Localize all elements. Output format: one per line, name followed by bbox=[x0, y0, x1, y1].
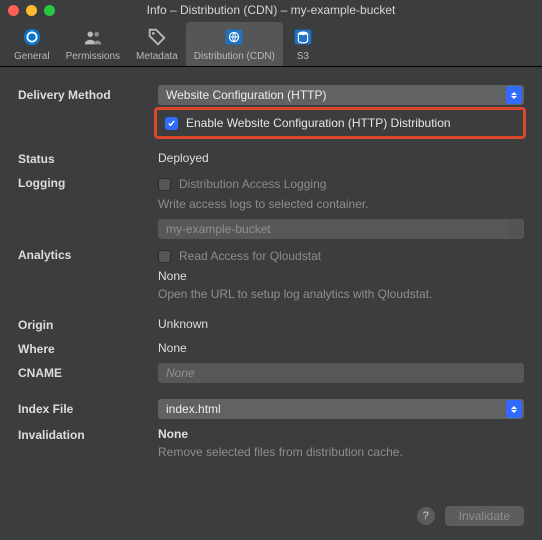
updown-icon bbox=[506, 86, 522, 104]
logging-bucket-select: my-example-bucket bbox=[158, 219, 524, 239]
select-value: Website Configuration (HTTP) bbox=[166, 88, 327, 102]
index-file-value: index.html bbox=[166, 402, 221, 416]
people-icon bbox=[81, 25, 105, 49]
analytics-value: None bbox=[158, 267, 524, 285]
tab-permissions[interactable]: Permissions bbox=[58, 22, 128, 66]
analytics-hint: Open the URL to setup log analytics with… bbox=[158, 285, 524, 309]
invalidate-button[interactable]: Invalidate bbox=[445, 506, 524, 526]
tab-label: Distribution (CDN) bbox=[194, 51, 275, 62]
cname-input[interactable]: None bbox=[158, 363, 524, 383]
status-value: Deployed bbox=[158, 149, 524, 167]
enable-distribution-highlight: Enable Website Configuration (HTTP) Dist… bbox=[154, 107, 526, 139]
tab-label: S3 bbox=[297, 51, 309, 62]
where-value: None bbox=[158, 339, 524, 357]
where-label: Where bbox=[18, 339, 158, 356]
analytics-checkbox-label: Read Access for Qloudstat bbox=[179, 249, 321, 263]
cname-placeholder: None bbox=[166, 366, 195, 380]
tab-s3[interactable]: S3 bbox=[283, 22, 323, 66]
minimize-icon[interactable] bbox=[26, 5, 37, 16]
cloudfront-icon bbox=[222, 25, 246, 49]
logging-checkbox[interactable] bbox=[158, 178, 171, 191]
index-file-select[interactable]: index.html bbox=[158, 399, 524, 419]
origin-value: Unknown bbox=[158, 315, 524, 333]
invalidation-hint: Remove selected files from distribution … bbox=[158, 443, 524, 467]
titlebar: Info – Distribution (CDN) – my-example-b… bbox=[0, 0, 542, 20]
window-title: Info – Distribution (CDN) – my-example-b… bbox=[0, 3, 542, 17]
tag-icon bbox=[145, 25, 169, 49]
delivery-method-select[interactable]: Website Configuration (HTTP) bbox=[158, 85, 524, 105]
cname-label: CNAME bbox=[18, 363, 158, 380]
logging-hint: Write access logs to selected container. bbox=[158, 195, 524, 219]
origin-label: Origin bbox=[18, 315, 158, 332]
updown-icon bbox=[506, 400, 522, 418]
analytics-checkbox[interactable] bbox=[158, 250, 171, 263]
enable-distribution-label: Enable Website Configuration (HTTP) Dist… bbox=[186, 116, 451, 130]
traffic-lights bbox=[0, 5, 55, 16]
index-file-label: Index File bbox=[18, 399, 158, 416]
tab-label: Permissions bbox=[66, 51, 120, 62]
status-label: Status bbox=[18, 149, 158, 166]
tab-distribution-cdn[interactable]: Distribution (CDN) bbox=[186, 22, 283, 66]
close-icon[interactable] bbox=[8, 5, 19, 16]
toolbar: General Permissions Metadata Distributio… bbox=[0, 20, 542, 67]
s3-icon bbox=[291, 25, 315, 49]
logging-checkbox-label: Distribution Access Logging bbox=[179, 177, 326, 191]
help-button[interactable]: ? bbox=[417, 507, 435, 525]
logging-bucket-value: my-example-bucket bbox=[166, 222, 271, 236]
tab-label: Metadata bbox=[136, 51, 178, 62]
info-window: Info – Distribution (CDN) – my-example-b… bbox=[0, 0, 542, 540]
tab-metadata[interactable]: Metadata bbox=[128, 22, 186, 66]
footer: ? Invalidate bbox=[417, 506, 524, 526]
tab-general[interactable]: General bbox=[6, 22, 58, 66]
invalidation-label: Invalidation bbox=[18, 425, 158, 442]
analytics-label: Analytics bbox=[18, 245, 158, 262]
gear-icon bbox=[20, 25, 44, 49]
logging-label: Logging bbox=[18, 173, 158, 190]
delivery-method-label: Delivery Method bbox=[18, 85, 158, 102]
content: Delivery Method Website Configuration (H… bbox=[0, 67, 542, 483]
tab-label: General bbox=[14, 51, 50, 62]
enable-distribution-checkbox[interactable] bbox=[165, 117, 178, 130]
zoom-icon[interactable] bbox=[44, 5, 55, 16]
invalidation-value: None bbox=[158, 425, 524, 443]
